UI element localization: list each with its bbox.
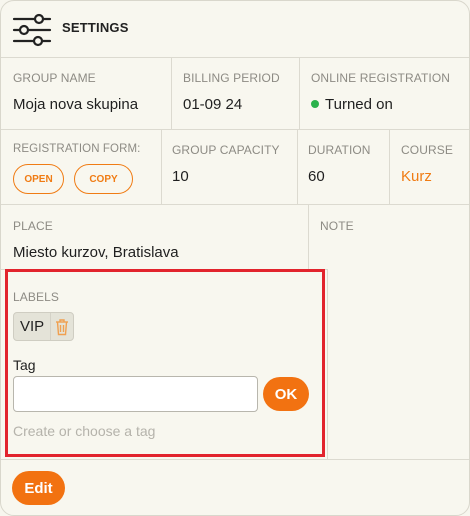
settings-header: SETTINGS: [1, 1, 469, 58]
labels-heading: LABELS: [13, 290, 59, 304]
ok-button[interactable]: OK: [263, 377, 309, 411]
label-chip-text: VIP: [20, 318, 45, 335]
online-registration-label: ONLINE REGISTRATION: [311, 71, 451, 85]
duration-label: DURATION: [308, 143, 371, 157]
divider: [327, 270, 328, 459]
course-label: COURSE: [401, 143, 453, 157]
course-link[interactable]: Kurz: [401, 168, 432, 185]
billing-period-value: 01-09 24: [183, 96, 243, 113]
divider: [1, 129, 469, 130]
group-capacity-label: GROUP CAPACITY: [172, 143, 280, 157]
divider: [297, 129, 298, 204]
settings-panel: SETTINGS GROUP NAME Moja nova skupina BI…: [0, 0, 470, 516]
group-name-label: GROUP NAME: [13, 71, 96, 85]
billing-period-label: BILLING PERIOD: [183, 71, 280, 85]
tag-input[interactable]: [13, 376, 258, 412]
duration-value: 60: [308, 168, 325, 185]
divider: [1, 459, 469, 460]
divider: [1, 204, 469, 205]
note-label: NOTE: [320, 219, 354, 233]
online-registration-value: Turned on: [325, 96, 393, 113]
divider: [299, 58, 300, 129]
divider: [389, 129, 390, 204]
label-chip: VIP: [13, 312, 74, 341]
edit-button[interactable]: Edit: [12, 471, 65, 505]
tag-field-label: Tag: [13, 357, 36, 373]
group-name-value: Moja nova skupina: [13, 96, 139, 113]
place-label: PLACE: [13, 219, 53, 233]
divider: [161, 129, 162, 204]
sliders-icon: [12, 13, 52, 47]
tag-hint: Create or choose a tag: [13, 423, 156, 439]
online-registration-status: Turned on: [311, 96, 393, 113]
place-value: Miesto kurzov, Bratislava: [13, 244, 179, 261]
group-capacity-value: 10: [172, 168, 189, 185]
open-form-button[interactable]: OPEN: [13, 164, 64, 194]
status-dot-icon: [311, 100, 319, 109]
page-title: SETTINGS: [62, 20, 129, 35]
copy-form-button[interactable]: COPY: [74, 164, 133, 194]
trash-icon[interactable]: [50, 313, 72, 340]
divider: [308, 204, 309, 270]
registration-form-label: REGISTRATION FORM:: [13, 143, 141, 155]
divider: [171, 58, 172, 129]
